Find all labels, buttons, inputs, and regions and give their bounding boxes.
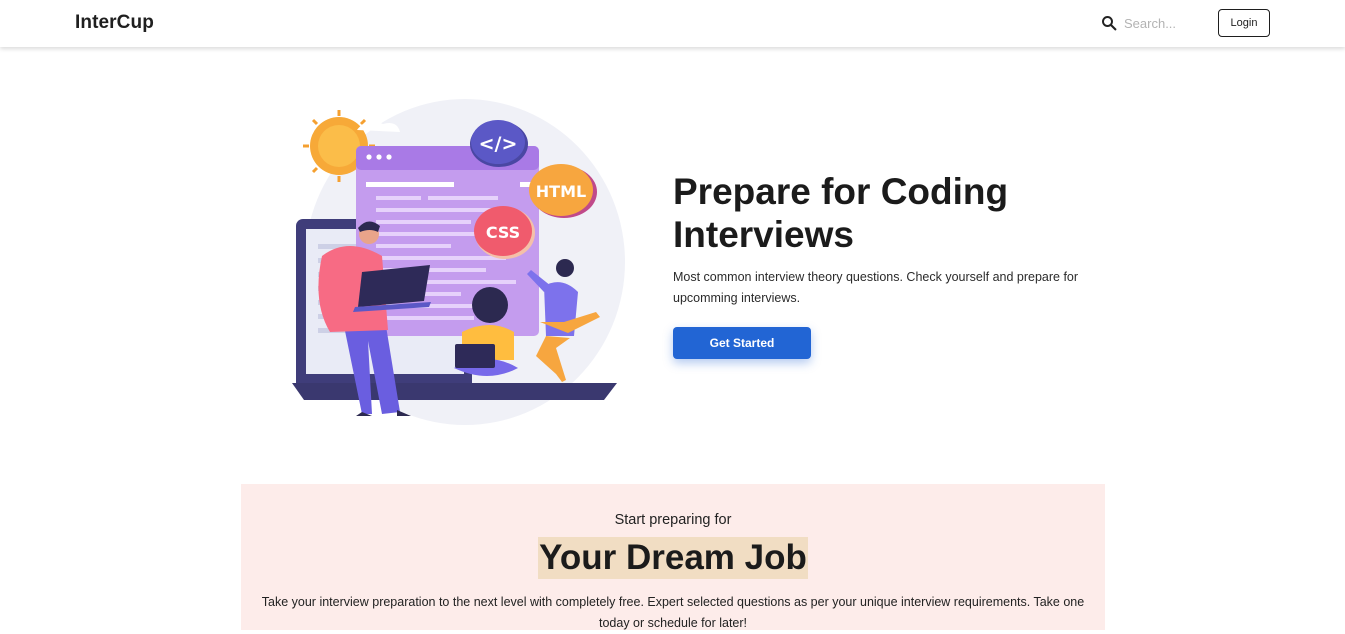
search-bar xyxy=(1100,13,1206,33)
hero-title: Prepare for Coding Interviews xyxy=(673,171,1009,255)
get-started-button[interactable]: Get Started xyxy=(673,327,811,359)
brand-logo[interactable]: InterCup xyxy=(75,12,154,34)
dream-title: Your Dream Job xyxy=(538,537,808,579)
search-icon[interactable] xyxy=(1100,14,1118,32)
dream-pretitle: Start preparing for xyxy=(614,512,732,528)
dream-description: Take your interview preparation to the n… xyxy=(261,595,1085,630)
dream-job-section: Start preparing for Your Dream Job Take … xyxy=(241,484,1105,630)
search-input[interactable] xyxy=(1124,13,1206,33)
svg-text:</>: </> xyxy=(479,133,518,155)
hero-subtitle: Most common interview theory questions. … xyxy=(673,270,1079,305)
login-button[interactable]: Login xyxy=(1218,9,1270,37)
svg-text:HTML: HTML xyxy=(536,182,586,201)
dream-title-wrap: Your Dream Job xyxy=(241,537,1105,579)
svg-text:CSS: CSS xyxy=(486,223,520,242)
hero-illustration: </> HTML CSS xyxy=(292,99,625,425)
navbar: InterCup Login xyxy=(0,0,1345,47)
